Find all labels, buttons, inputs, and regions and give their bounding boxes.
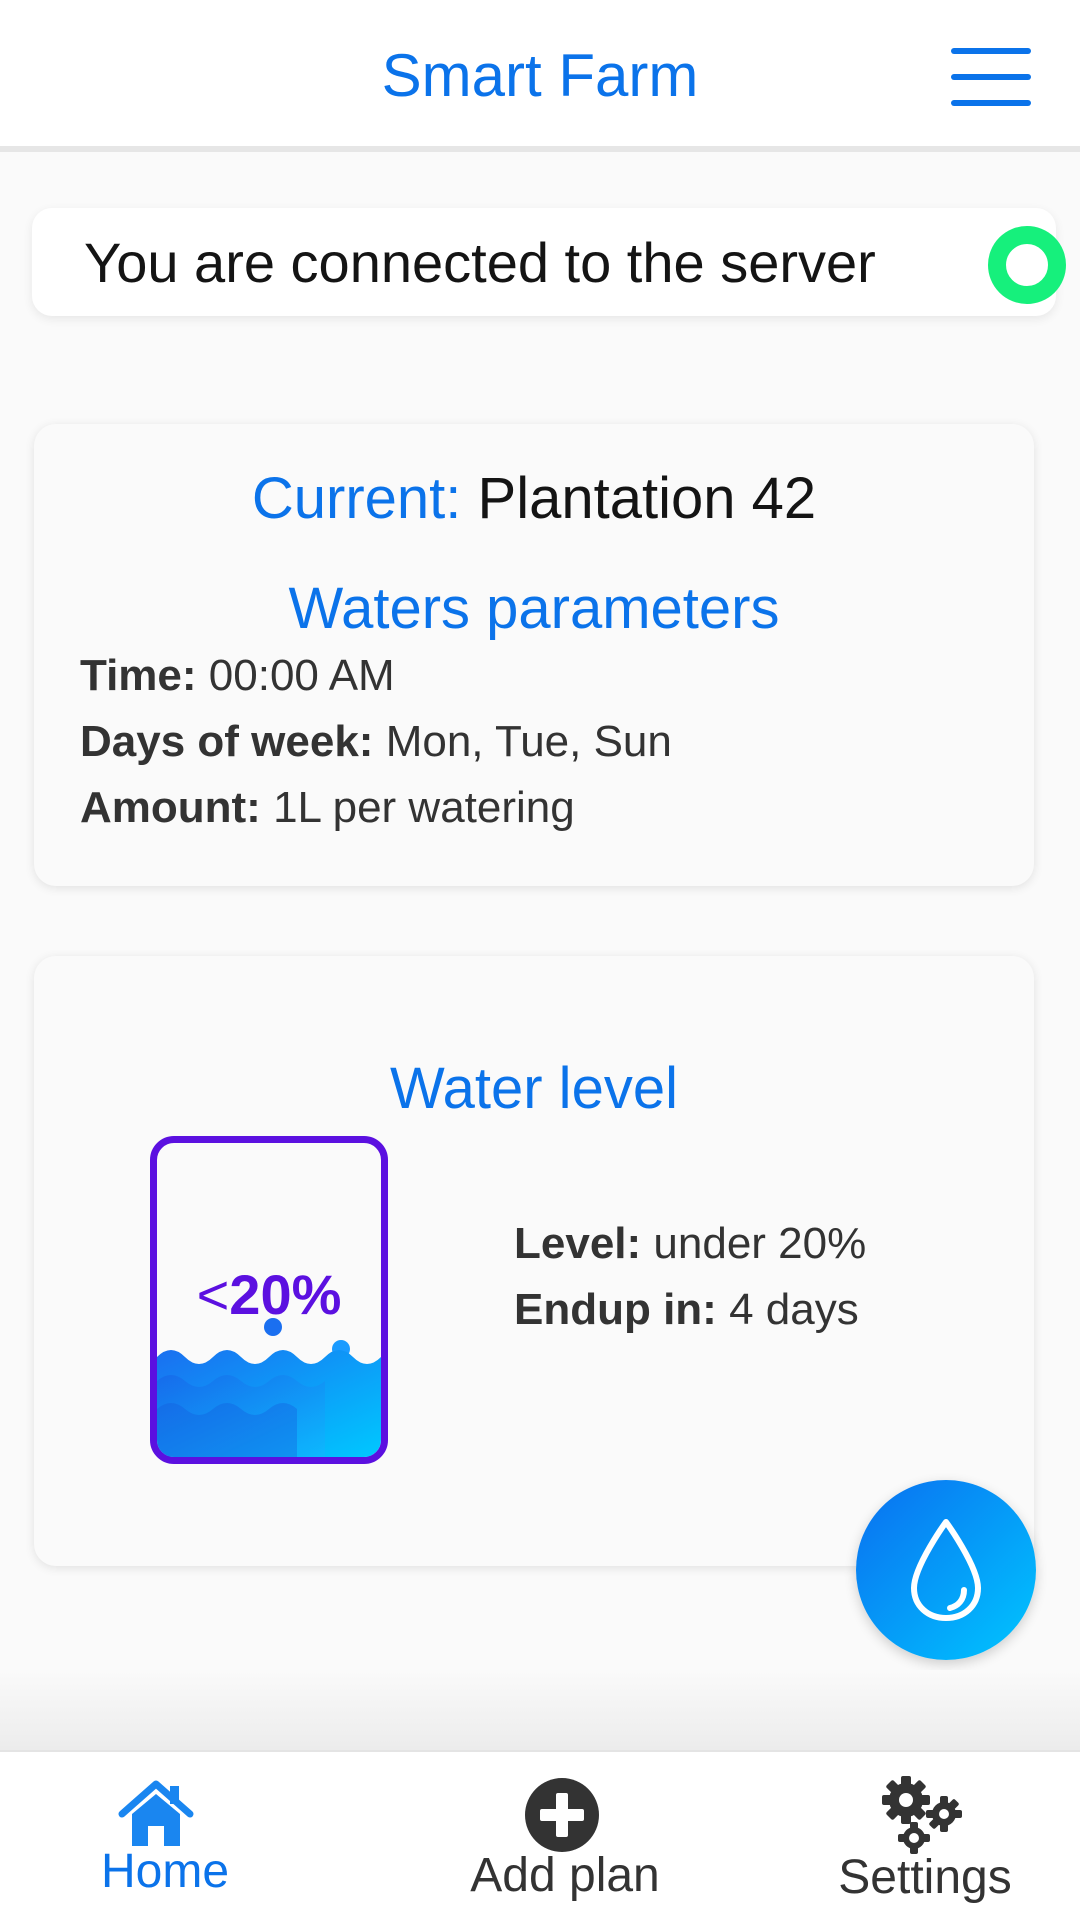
nav-label-home: Home xyxy=(100,1845,230,1898)
param-label: Days of week: xyxy=(80,717,374,766)
connection-status-text: You are connected to the server xyxy=(84,231,876,294)
param-value: Mon, Tue, Sun xyxy=(385,717,672,766)
nav-item-settings[interactable]: Settings xyxy=(820,1752,1030,1920)
tank-level-value: 20% xyxy=(229,1263,342,1326)
water-drop-icon xyxy=(911,1519,981,1621)
current-plan-card: Current: Plantation 42 Waters parameters… xyxy=(34,424,1034,886)
tank-level-label: <20% xyxy=(157,1263,381,1327)
current-plan-label: Current: xyxy=(251,466,462,531)
current-plan-title: Current: Plantation 42 xyxy=(34,464,1034,534)
param-label: Time: xyxy=(80,651,197,700)
param-label: Amount: xyxy=(80,783,261,832)
nav-label-settings: Settings xyxy=(838,1851,1012,1904)
connection-status-banner: You are connected to the server xyxy=(32,208,1066,316)
water-now-button[interactable] xyxy=(856,1480,1036,1660)
nav-item-add-plan[interactable]: Add plan xyxy=(440,1752,690,1920)
param-value: 00:00 AM xyxy=(208,651,395,700)
bottom-navigation: Home Add plan Settings xyxy=(0,1750,1080,1920)
connection-status-indicator-icon xyxy=(988,226,1066,304)
gears-icon xyxy=(882,1776,962,1854)
tank-level-prefix: < xyxy=(196,1263,230,1326)
water-tank-gauge: <20% xyxy=(150,1136,388,1464)
param-amount: Amount: 1L per watering xyxy=(80,782,575,834)
nav-label-add-plan: Add plan xyxy=(470,1849,660,1902)
param-value: 1L per watering xyxy=(273,783,575,832)
endup-label: Endup in: xyxy=(514,1285,717,1334)
water-endup-info: Endup in: 4 days xyxy=(514,1284,859,1336)
param-days-of-week: Days of week: Mon, Tue, Sun xyxy=(80,716,672,768)
bottom-fade xyxy=(0,1670,1080,1750)
home-icon xyxy=(118,1780,194,1846)
endup-value: 4 days xyxy=(729,1285,859,1334)
hamburger-menu-icon[interactable] xyxy=(951,48,1031,106)
water-level-title: Water level xyxy=(390,1056,678,1121)
water-level-info: Level: under 20% xyxy=(514,1218,866,1270)
nav-item-home[interactable]: Home xyxy=(80,1752,250,1920)
level-value: under 20% xyxy=(653,1219,867,1268)
param-time: Time: 00:00 AM xyxy=(80,650,395,702)
app-header: Smart Farm xyxy=(0,0,1080,152)
water-level-card: Water level <20% Level: under 20% Endup … xyxy=(34,956,1034,1566)
level-label: Level: xyxy=(514,1219,642,1268)
current-plan-name: Plantation 42 xyxy=(477,466,817,531)
app-root: Smart Farm You are connected to the serv… xyxy=(0,0,1080,1920)
water-parameters-title: Waters parameters xyxy=(288,576,780,641)
app-title: Smart Farm xyxy=(381,42,699,109)
plus-circle-icon xyxy=(525,1778,599,1852)
